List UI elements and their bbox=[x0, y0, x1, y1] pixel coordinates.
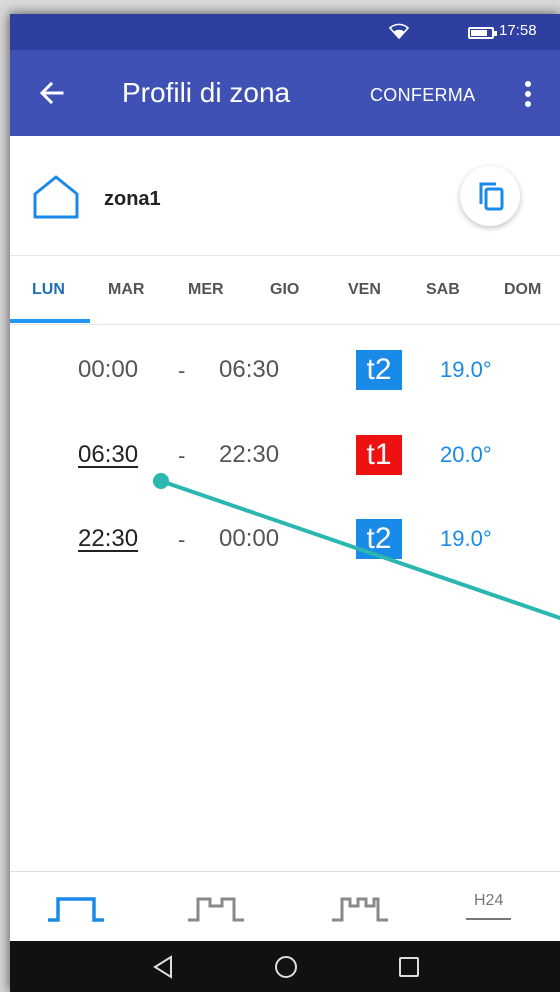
status-time: 17:58 bbox=[499, 22, 537, 39]
h24-button[interactable]: H24 bbox=[465, 892, 512, 920]
zone-name: zona1 bbox=[104, 188, 161, 210]
tab-lun[interactable]: LUN bbox=[32, 281, 65, 299]
tab-ven[interactable]: VEN bbox=[348, 281, 381, 299]
single-period-icon[interactable] bbox=[46, 894, 106, 924]
tab-sab[interactable]: SAB bbox=[426, 281, 460, 299]
temperature: 20.0° bbox=[440, 442, 492, 467]
schedule-row: 06:30 - 22:30 t1 20.0° bbox=[10, 435, 560, 501]
level-badge[interactable]: t1 bbox=[356, 435, 402, 475]
end-time[interactable]: 06:30 bbox=[219, 356, 279, 384]
tab-mer[interactable]: MER bbox=[188, 281, 224, 299]
copy-icon bbox=[479, 182, 504, 211]
temperature: 19.0° bbox=[440, 526, 492, 551]
copy-button[interactable] bbox=[460, 166, 520, 226]
bottom-toolbar: H24 bbox=[10, 871, 560, 941]
system-nav-bar bbox=[10, 941, 560, 992]
zone-header: zona1 bbox=[10, 136, 560, 256]
schedule-row: 22:30 - 00:00 t2 19.0° bbox=[10, 519, 560, 585]
battery-icon bbox=[468, 27, 497, 39]
two-period-icon[interactable] bbox=[186, 894, 246, 924]
nav-back-icon[interactable] bbox=[152, 955, 174, 979]
end-time[interactable]: 00:00 bbox=[219, 525, 279, 553]
time-separator: - bbox=[178, 443, 186, 468]
more-options-icon[interactable] bbox=[518, 78, 538, 110]
home-icon bbox=[33, 175, 79, 219]
tab-mar[interactable]: MAR bbox=[108, 281, 144, 299]
level-badge[interactable]: t2 bbox=[356, 350, 402, 390]
nav-recents-icon[interactable] bbox=[398, 955, 420, 979]
app-bar: Profili di zona CONFERMA bbox=[10, 50, 560, 136]
nav-home-icon[interactable] bbox=[274, 955, 298, 979]
time-separator: - bbox=[178, 527, 186, 552]
tab-dom[interactable]: DOM bbox=[504, 281, 541, 299]
day-tabs: LUN MAR MER GIO VEN SAB DOM bbox=[10, 257, 560, 325]
status-bar: 17:58 bbox=[10, 14, 560, 50]
back-arrow-icon[interactable] bbox=[36, 77, 68, 109]
page-title: Profili di zona bbox=[122, 77, 291, 108]
start-time[interactable]: 22:30 bbox=[78, 525, 138, 553]
end-time[interactable]: 22:30 bbox=[219, 441, 279, 469]
start-time: 00:00 bbox=[78, 356, 139, 383]
active-tab-indicator bbox=[10, 319, 90, 323]
level-badge[interactable]: t2 bbox=[356, 519, 402, 559]
time-separator: - bbox=[178, 358, 186, 383]
confirm-button[interactable]: CONFERMA bbox=[370, 85, 475, 106]
schedule-row: 00:00 - 06:30 t2 19.0° bbox=[10, 350, 560, 416]
phone-screen: 17:58 Profili di zona CONFERMA zona1 LUN… bbox=[10, 14, 560, 992]
tab-gio[interactable]: GIO bbox=[270, 281, 299, 299]
start-time[interactable]: 06:30 bbox=[78, 441, 138, 469]
temperature: 19.0° bbox=[440, 357, 492, 382]
three-period-icon[interactable] bbox=[330, 894, 390, 924]
wifi-icon bbox=[388, 23, 410, 40]
